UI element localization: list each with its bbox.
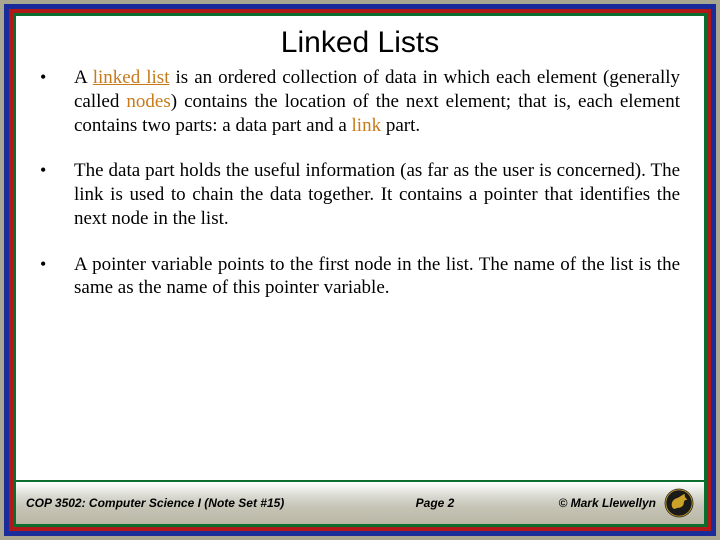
text-run: part. <box>381 115 420 136</box>
bullet-marker: • <box>36 253 74 301</box>
text-run: A <box>74 67 93 88</box>
frame-red: Linked Lists • A linked list is an order… <box>9 9 711 531</box>
slide-outer-border: Linked Lists • A linked list is an order… <box>0 0 720 540</box>
bullet-item: • The data part holds the useful informa… <box>36 159 680 230</box>
bullet-marker: • <box>36 159 74 230</box>
term-linked-list: linked list <box>93 67 170 88</box>
footer-right-group: © Mark Llewellyn <box>558 488 694 518</box>
bullet-item: • A pointer variable points to the first… <box>36 253 680 301</box>
footer-course-info: COP 3502: Computer Science I (Note Set #… <box>26 496 284 510</box>
ucf-pegasus-logo-icon <box>664 488 694 518</box>
footer-copyright: © Mark Llewellyn <box>558 496 656 510</box>
frame-blue: Linked Lists • A linked list is an order… <box>4 4 716 536</box>
bullet-text: A linked list is an ordered collection o… <box>74 66 680 137</box>
bullet-text: The data part holds the useful informati… <box>74 159 680 230</box>
term-link: link <box>352 115 382 136</box>
slide-title: Linked Lists <box>16 26 704 60</box>
bullet-text: A pointer variable points to the first n… <box>74 253 680 301</box>
bullet-marker: • <box>36 66 74 137</box>
term-nodes: nodes <box>126 91 170 112</box>
frame-green: Linked Lists • A linked list is an order… <box>13 13 707 527</box>
bullet-item: • A linked list is an ordered collection… <box>36 66 680 137</box>
slide-body: • A linked list is an ordered collection… <box>16 66 704 480</box>
footer-bar: COP 3502: Computer Science I (Note Set #… <box>16 480 704 524</box>
